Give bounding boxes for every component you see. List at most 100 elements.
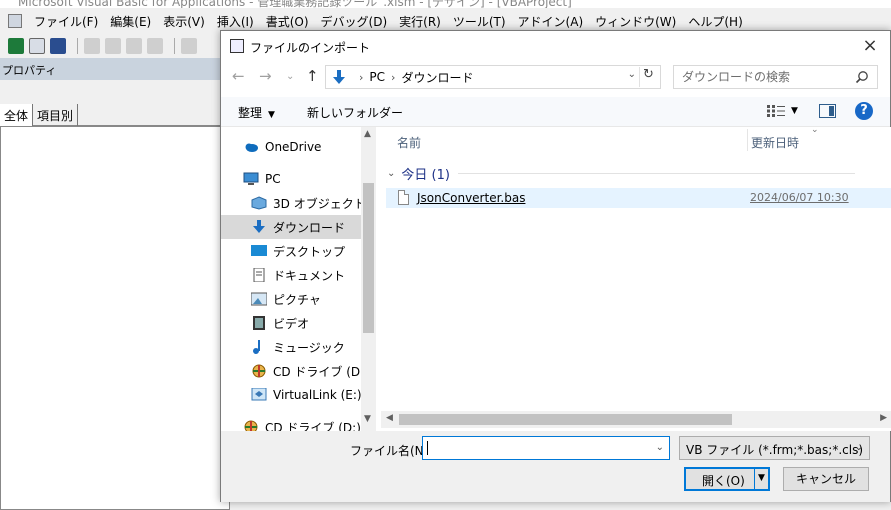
preview-pane-icon[interactable] <box>819 104 836 118</box>
scroll-right-icon[interactable]: ▶ <box>880 413 887 423</box>
vba-app-icon[interactable] <box>8 14 22 28</box>
scrollbar-thumb[interactable] <box>363 183 374 333</box>
find-icon[interactable] <box>147 38 163 54</box>
chevron-down-icon[interactable]: ⌄ <box>387 168 395 179</box>
vba-window-title: Microsoft Visual Basic for Applications … <box>18 0 572 8</box>
menu-run[interactable]: 実行(R) <box>393 13 447 30</box>
column-header-date[interactable]: 更新日時 <box>751 134 799 151</box>
recent-locations-chevron-icon[interactable]: ⌄ <box>286 71 294 82</box>
dialog-title-bar: ファイルのインポート × <box>221 31 890 61</box>
search-box[interactable] <box>673 65 878 89</box>
column-separator[interactable] <box>747 129 748 151</box>
open-button[interactable]: 開く(O) ▼ <box>684 467 770 491</box>
insert-userform-icon[interactable] <box>29 38 45 54</box>
chevron-down-icon[interactable]: ⌄ <box>656 442 664 453</box>
vba-dialog-icon <box>230 39 244 53</box>
menu-window[interactable]: ウィンドウ(W) <box>589 13 682 30</box>
scrollbar-thumb[interactable] <box>399 414 732 425</box>
group-header-label: 今日 (1) <box>401 167 450 183</box>
command-bar: 整理 ▼ 新しいフォルダー ▼ ? <box>221 97 890 127</box>
cancel-button[interactable]: キャンセル <box>783 467 869 491</box>
paste-icon[interactable] <box>126 38 142 54</box>
back-arrow-icon[interactable]: ← <box>232 67 245 85</box>
organize-button[interactable]: 整理 ▼ <box>238 104 275 121</box>
menu-addins[interactable]: アドイン(A) <box>512 13 590 30</box>
group-header-today[interactable]: ⌄ 今日 (1) <box>385 163 855 183</box>
nav-item-desktop[interactable]: デスクトップ <box>251 239 376 263</box>
network-drive-icon <box>251 388 267 401</box>
scroll-down-icon[interactable]: ▼ <box>364 414 371 424</box>
up-arrow-icon[interactable]: ↑ <box>306 67 319 85</box>
menu-edit[interactable]: 編集(E) <box>104 13 157 30</box>
forward-arrow-icon[interactable]: → <box>259 67 272 85</box>
music-icon <box>253 340 260 354</box>
organize-label: 整理 <box>238 106 263 120</box>
nav-item-videos[interactable]: ビデオ <box>251 311 376 335</box>
nav-item-label: CD ドライブ (D:) Ma <box>265 420 376 432</box>
menu-tools[interactable]: ツール(T) <box>447 13 512 30</box>
menu-view[interactable]: 表示(V) <box>157 13 211 30</box>
nav-item-3d-objects[interactable]: 3D オブジェクト <box>251 191 376 215</box>
column-header-name[interactable]: 名前 <box>397 134 421 151</box>
properties-grid[interactable] <box>0 126 230 510</box>
refresh-icon[interactable]: ↻ <box>639 67 657 87</box>
filename-input[interactable] <box>423 437 651 459</box>
chevron-down-icon[interactable]: ⌄ <box>628 69 636 80</box>
menu-insert[interactable]: 挿入(I) <box>211 13 260 30</box>
file-type-select[interactable]: VB ファイル (*.frm;*.bas;*.cls) ⌄ <box>679 436 870 460</box>
nav-item-cd-drive[interactable]: CD ドライブ (D:) M <box>251 359 376 383</box>
scroll-left-icon[interactable]: ◀ <box>386 413 393 423</box>
nav-item-music[interactable]: ミュージック <box>251 335 376 359</box>
undo-icon[interactable] <box>181 38 197 54</box>
3d-objects-icon <box>251 196 267 210</box>
cd-drive-icon <box>244 420 258 431</box>
menu-help[interactable]: ヘルプ(H) <box>682 13 748 30</box>
cloud-icon <box>245 143 258 152</box>
cd-drive-icon <box>252 364 266 378</box>
address-row: ← → ⌄ ↑ › PC › ダウンロード ⌄ ↻ <box>221 65 890 91</box>
search-input[interactable] <box>674 66 854 88</box>
cut-icon[interactable] <box>84 38 100 54</box>
file-row[interactable]: JsonConverter.bas 2024/06/07 10:30 <box>386 188 891 208</box>
caret-down-icon[interactable]: ▼ <box>758 473 765 483</box>
nav-item-downloads[interactable]: ダウンロード <box>221 215 361 239</box>
file-list-horizontal-scrollbar[interactable]: ◀ ▶ <box>381 411 891 428</box>
split-divider <box>754 469 755 489</box>
filename-combo[interactable]: ⌄ <box>422 436 670 460</box>
close-button[interactable]: × <box>858 35 882 57</box>
excel-icon[interactable] <box>8 38 24 54</box>
breadcrumb-pc[interactable]: PC <box>369 70 385 84</box>
nav-item-pc[interactable]: PC <box>243 167 376 191</box>
menu-debug[interactable]: デバッグ(D) <box>315 13 394 30</box>
dialog-footer: ファイル名(N): ⌄ VB ファイル (*.frm;*.bas;*.cls) … <box>221 431 890 502</box>
nav-item-label: デスクトップ <box>273 244 346 259</box>
nav-item-cd-drive[interactable]: CD ドライブ (D:) Ma <box>243 415 376 431</box>
menu-format[interactable]: 書式(O) <box>260 13 315 30</box>
nav-item-pictures[interactable]: ピクチャ <box>251 287 376 311</box>
properties-object-combo[interactable] <box>0 80 230 104</box>
open-button-label: 開く(O) <box>702 474 745 488</box>
chevron-down-icon[interactable]: ⌄ <box>855 442 863 453</box>
file-name[interactable]: JsonConverter.bas <box>417 191 525 205</box>
desktop-icon <box>251 245 267 256</box>
save-icon[interactable] <box>50 38 66 54</box>
search-icon[interactable] <box>855 70 869 84</box>
nav-item-virtuallink[interactable]: VirtualLink (E:) <box>251 383 376 407</box>
nav-item-documents[interactable]: ドキュメント <box>251 263 376 287</box>
tab-alphabetic[interactable]: 全体 <box>0 104 34 126</box>
breadcrumb-downloads[interactable]: ダウンロード <box>401 69 473 86</box>
nav-item-onedrive[interactable]: OneDrive <box>243 135 376 159</box>
caret-down-icon: ▼ <box>268 110 275 120</box>
caret-down-icon[interactable]: ▼ <box>791 106 798 116</box>
menu-file[interactable]: ファイル(F) <box>28 13 104 30</box>
navigation-scrollbar[interactable]: ▲ ▼ <box>361 127 376 431</box>
view-options-icon[interactable] <box>767 105 785 117</box>
copy-icon[interactable] <box>105 38 121 54</box>
help-icon[interactable]: ? <box>855 102 873 120</box>
new-folder-button[interactable]: 新しいフォルダー <box>307 104 403 121</box>
nav-item-label: ビデオ <box>273 316 310 331</box>
address-bar[interactable]: › PC › ダウンロード ⌄ ↻ <box>325 65 661 89</box>
tab-categorized[interactable]: 項目別 <box>33 104 79 126</box>
vba-title-bar: Microsoft Visual Basic for Applications … <box>0 0 891 8</box>
scroll-up-icon[interactable]: ▲ <box>364 129 371 139</box>
